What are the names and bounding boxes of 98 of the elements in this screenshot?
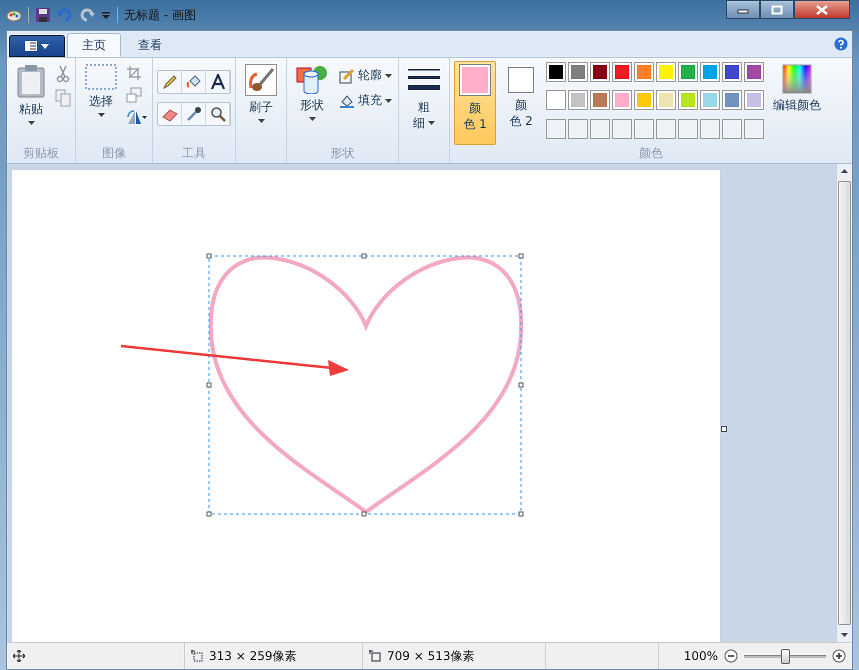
magnifier-icon	[210, 106, 226, 122]
group-label: 工具	[181, 145, 207, 162]
cut-icon[interactable]	[55, 65, 71, 83]
help-icon[interactable]	[834, 37, 848, 51]
size-button[interactable]: 粗 细	[403, 61, 445, 145]
empty-palette-slot[interactable]	[634, 118, 654, 139]
empty-palette-slot[interactable]	[590, 118, 610, 139]
caret-icon	[428, 121, 435, 126]
canvas-size-icon	[369, 650, 381, 662]
empty-palette-slot[interactable]	[568, 118, 588, 139]
palette-color[interactable]	[744, 90, 764, 110]
clipboard-icon	[16, 64, 46, 98]
outline-pencil-icon	[339, 68, 355, 84]
empty-palette-slot[interactable]	[700, 118, 720, 139]
empty-palette-slot[interactable]	[744, 118, 764, 139]
palette-color[interactable]	[612, 90, 632, 110]
minus-icon	[724, 649, 738, 663]
palette-color[interactable]	[546, 62, 566, 82]
selection-rectangle-icon	[85, 64, 117, 90]
palette-color[interactable]	[634, 90, 654, 110]
shapes-button[interactable]: 形状	[291, 61, 333, 145]
group-label: 颜色	[638, 145, 664, 162]
palette-color[interactable]	[568, 62, 588, 82]
crop-icon[interactable]	[126, 65, 142, 81]
move-icon	[13, 650, 25, 662]
copy-icon[interactable]	[55, 89, 71, 107]
maximize-button[interactable]	[760, 0, 794, 19]
caret-icon	[385, 74, 392, 78]
palette-color[interactable]	[568, 90, 588, 110]
vertical-scrollbar[interactable]	[836, 164, 852, 642]
select-button[interactable]: 选择	[80, 61, 122, 145]
fill-bucket-icon	[339, 92, 355, 108]
caret-icon	[385, 98, 392, 102]
redo-icon[interactable]	[79, 7, 95, 23]
color-spectrum-icon	[782, 64, 812, 94]
slider-thumb[interactable]	[781, 648, 790, 664]
application-menu-button[interactable]	[9, 35, 65, 57]
save-icon[interactable]	[35, 7, 51, 23]
group-label: 图像	[101, 145, 127, 162]
palette-color[interactable]	[722, 62, 742, 82]
fill-dropdown[interactable]: 填充	[337, 90, 394, 111]
paste-button[interactable]: 粘贴	[11, 61, 51, 145]
paint-bucket-icon	[186, 74, 202, 90]
scroll-up-icon[interactable]	[841, 169, 848, 173]
dropdown-icon[interactable]	[101, 10, 111, 20]
empty-palette-slot[interactable]	[656, 118, 676, 139]
caret-icon	[98, 113, 104, 117]
selection-size: 313 × 259像素	[209, 648, 296, 664]
palette-color[interactable]	[634, 62, 654, 82]
palette-color[interactable]	[656, 90, 676, 110]
resize-handle[interactable]	[721, 426, 727, 432]
empty-palette-slot[interactable]	[678, 118, 698, 139]
palette-color[interactable]	[590, 62, 610, 82]
palette-color[interactable]	[590, 90, 610, 110]
brush-icon	[245, 64, 277, 96]
outline-dropdown[interactable]: 轮廓	[337, 65, 394, 86]
zoom-out-button[interactable]	[724, 649, 738, 663]
palette-color[interactable]	[678, 90, 698, 110]
brushes-button[interactable]: 刷子	[240, 61, 282, 145]
caret-icon	[308, 117, 316, 121]
palette-color[interactable]	[656, 62, 676, 82]
palette-color[interactable]	[700, 90, 720, 110]
pencil-icon	[162, 74, 178, 90]
zoom-in-button[interactable]	[832, 649, 846, 663]
shapes-icon	[296, 64, 328, 94]
ribbon-tab[interactable]: 主页	[67, 33, 121, 57]
palette-color[interactable]	[700, 62, 720, 82]
plus-icon	[832, 649, 846, 663]
window-title: 无标题 - 画图	[124, 6, 196, 24]
selection-size-icon	[191, 650, 203, 662]
zoom-level: 100%	[684, 649, 718, 663]
group-label: 形状	[330, 145, 356, 162]
color-slot-button[interactable]: 颜 色 1	[454, 61, 496, 145]
caret-icon	[258, 119, 264, 123]
minimize-button[interactable]	[726, 0, 760, 19]
palette-color[interactable]	[546, 90, 566, 110]
ribbon-tab[interactable]: 查看	[123, 33, 177, 57]
edit-colors-button[interactable]: 编辑颜色	[768, 61, 826, 145]
palette-color[interactable]	[612, 62, 632, 82]
resize-icon[interactable]	[126, 87, 142, 103]
menu-icon	[24, 40, 50, 52]
palette-color[interactable]	[722, 90, 742, 110]
palette-color[interactable]	[678, 62, 698, 82]
empty-palette-slot[interactable]	[546, 118, 566, 139]
group-label: 剪贴板	[22, 145, 60, 162]
eyedropper-icon	[186, 106, 202, 122]
canvas-size: 709 × 513像素	[387, 648, 474, 664]
text-tool-icon	[210, 74, 226, 90]
close-icon	[816, 4, 828, 14]
maximize-icon	[771, 4, 783, 14]
color-slot-button[interactable]: 颜 色 2	[500, 61, 542, 145]
scroll-down-icon[interactable]	[841, 633, 848, 637]
rotate-icon[interactable]	[126, 109, 148, 125]
empty-palette-slot[interactable]	[722, 118, 742, 139]
caret-icon	[28, 121, 34, 125]
empty-palette-slot[interactable]	[612, 118, 632, 139]
palette-color[interactable]	[744, 62, 764, 82]
close-button[interactable]	[794, 0, 850, 19]
